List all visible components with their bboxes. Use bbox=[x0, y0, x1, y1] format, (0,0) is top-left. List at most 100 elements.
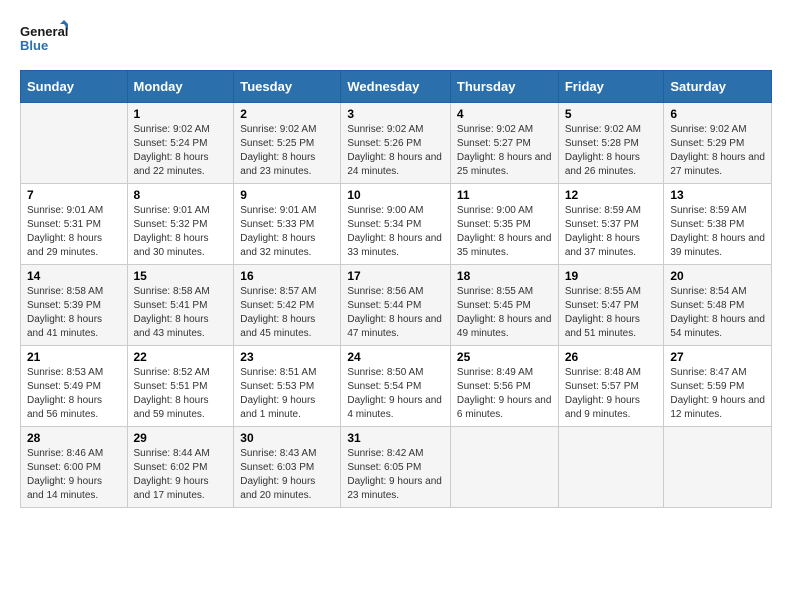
calendar-day-cell: 5Sunrise: 9:02 AMSunset: 5:28 PMDaylight… bbox=[558, 103, 664, 184]
day-info: Sunrise: 9:00 AMSunset: 5:34 PMDaylight:… bbox=[347, 204, 444, 260]
day-header: Tuesday bbox=[234, 71, 341, 103]
day-number: 12 bbox=[565, 188, 658, 202]
calendar-day-cell: 15 Sunrise: 8:58 AMSunset: 5:41 PMDayligh… bbox=[127, 265, 234, 346]
day-number: 25 bbox=[457, 350, 552, 364]
day-header: Thursday bbox=[450, 71, 558, 103]
logo: General Blue bbox=[20, 20, 70, 60]
header-row: SundayMondayTuesdayWednesdayThursdayFrid… bbox=[21, 71, 772, 103]
day-info: Sunrise: 8:43 AMSunset: 6:03 PMDaylight:… bbox=[240, 447, 334, 503]
calendar-week-row: 1 Sunrise: 9:02 AMSunset: 5:24 PMDaylight… bbox=[21, 103, 772, 184]
calendar-day-cell bbox=[558, 427, 664, 508]
day-info: Sunrise: 8:58 AMSunset: 5:39 PMDaylight:… bbox=[27, 285, 121, 341]
calendar-day-cell: 1 Sunrise: 9:02 AMSunset: 5:24 PMDaylight… bbox=[127, 103, 234, 184]
day-info: Sunrise: 8:59 AMSunset: 5:38 PMDaylight:… bbox=[670, 204, 765, 260]
day-info: Sunrise: 9:01 AMSunset: 5:33 PMDaylight:… bbox=[240, 204, 334, 260]
svg-text:General: General bbox=[20, 24, 68, 39]
day-number: 20 bbox=[670, 269, 765, 283]
day-number: 14 bbox=[27, 269, 121, 283]
day-number: 29 bbox=[134, 431, 228, 445]
calendar-day-cell: 17Sunrise: 8:56 AMSunset: 5:44 PMDayligh… bbox=[341, 265, 451, 346]
day-info: Sunrise: 9:01 AMSunset: 5:32 PMDaylight:… bbox=[134, 204, 228, 260]
day-number: 19 bbox=[565, 269, 658, 283]
logo-svg: General Blue bbox=[20, 20, 70, 60]
day-header: Sunday bbox=[21, 71, 128, 103]
calendar-day-cell: 25 Sunrise: 8:49 AMSunset: 5:56 PMDayligh… bbox=[450, 346, 558, 427]
day-number: 22 bbox=[134, 350, 228, 364]
day-number: 8 bbox=[134, 188, 228, 202]
calendar-week-row: 28 Sunrise: 8:46 AMSunset: 6:00 PMDayligh… bbox=[21, 427, 772, 508]
day-info: Sunrise: 9:02 AMSunset: 5:29 PMDaylight:… bbox=[670, 123, 765, 179]
day-info: Sunrise: 9:01 AMSunset: 5:31 PMDaylight:… bbox=[27, 204, 121, 260]
calendar-day-cell: 29 Sunrise: 8:44 AMSunset: 6:02 PMDayligh… bbox=[127, 427, 234, 508]
day-number: 1 bbox=[134, 107, 228, 121]
day-info: Sunrise: 8:47 AMSunset: 5:59 PMDaylight:… bbox=[670, 366, 765, 422]
calendar-day-cell: 23Sunrise: 8:51 AMSunset: 5:53 PMDayligh… bbox=[234, 346, 341, 427]
day-info: Sunrise: 8:57 AMSunset: 5:42 PMDaylight:… bbox=[240, 285, 334, 341]
calendar-day-cell: 31Sunrise: 8:42 AMSunset: 6:05 PMDayligh… bbox=[341, 427, 451, 508]
calendar-day-cell bbox=[450, 427, 558, 508]
calendar-day-cell: 10 Sunrise: 9:00 AMSunset: 5:34 PMDayligh… bbox=[341, 184, 451, 265]
calendar-day-cell: 27 Sunrise: 8:47 AMSunset: 5:59 PMDayligh… bbox=[664, 346, 772, 427]
calendar-day-cell: 4Sunrise: 9:02 AMSunset: 5:27 PMDaylight… bbox=[450, 103, 558, 184]
day-number: 16 bbox=[240, 269, 334, 283]
day-header: Monday bbox=[127, 71, 234, 103]
day-number: 9 bbox=[240, 188, 334, 202]
calendar-day-cell: 11 Sunrise: 9:00 AMSunset: 5:35 PMDayligh… bbox=[450, 184, 558, 265]
day-number: 13 bbox=[670, 188, 765, 202]
day-info: Sunrise: 8:54 AMSunset: 5:48 PMDaylight:… bbox=[670, 285, 765, 341]
calendar-week-row: 7Sunrise: 9:01 AMSunset: 5:31 PMDaylight… bbox=[21, 184, 772, 265]
day-info: Sunrise: 8:50 AMSunset: 5:54 PMDaylight:… bbox=[347, 366, 444, 422]
calendar-day-cell: 16 Sunrise: 8:57 AMSunset: 5:42 PMDayligh… bbox=[234, 265, 341, 346]
day-number: 17 bbox=[347, 269, 444, 283]
day-number: 30 bbox=[240, 431, 334, 445]
calendar-day-cell: 7Sunrise: 9:01 AMSunset: 5:31 PMDaylight… bbox=[21, 184, 128, 265]
day-info: Sunrise: 8:53 AMSunset: 5:49 PMDaylight:… bbox=[27, 366, 121, 422]
day-number: 28 bbox=[27, 431, 121, 445]
day-info: Sunrise: 9:02 AMSunset: 5:24 PMDaylight:… bbox=[134, 123, 228, 179]
calendar-day-cell: 3 Sunrise: 9:02 AMSunset: 5:26 PMDaylight… bbox=[341, 103, 451, 184]
calendar-table: SundayMondayTuesdayWednesdayThursdayFrid… bbox=[20, 70, 772, 508]
calendar-day-cell: 9 Sunrise: 9:01 AMSunset: 5:33 PMDaylight… bbox=[234, 184, 341, 265]
day-number: 2 bbox=[240, 107, 334, 121]
calendar-day-cell: 26Sunrise: 8:48 AMSunset: 5:57 PMDayligh… bbox=[558, 346, 664, 427]
calendar-week-row: 14 Sunrise: 8:58 AMSunset: 5:39 PMDayligh… bbox=[21, 265, 772, 346]
day-info: Sunrise: 8:52 AMSunset: 5:51 PMDaylight:… bbox=[134, 366, 228, 422]
calendar-day-cell: 2 Sunrise: 9:02 AMSunset: 5:25 PMDaylight… bbox=[234, 103, 341, 184]
day-number: 11 bbox=[457, 188, 552, 202]
day-number: 3 bbox=[347, 107, 444, 121]
day-info: Sunrise: 8:58 AMSunset: 5:41 PMDaylight:… bbox=[134, 285, 228, 341]
day-info: Sunrise: 8:49 AMSunset: 5:56 PMDaylight:… bbox=[457, 366, 552, 422]
calendar-day-cell bbox=[21, 103, 128, 184]
calendar-day-cell: 6 Sunrise: 9:02 AMSunset: 5:29 PMDaylight… bbox=[664, 103, 772, 184]
day-info: Sunrise: 9:02 AMSunset: 5:26 PMDaylight:… bbox=[347, 123, 444, 179]
day-info: Sunrise: 9:02 AMSunset: 5:27 PMDaylight:… bbox=[457, 123, 552, 179]
calendar-day-cell: 13 Sunrise: 8:59 AMSunset: 5:38 PMDayligh… bbox=[664, 184, 772, 265]
calendar-day-cell: 28 Sunrise: 8:46 AMSunset: 6:00 PMDayligh… bbox=[21, 427, 128, 508]
day-number: 18 bbox=[457, 269, 552, 283]
day-info: Sunrise: 9:00 AMSunset: 5:35 PMDaylight:… bbox=[457, 204, 552, 260]
page-header: General Blue bbox=[20, 20, 772, 60]
day-header: Wednesday bbox=[341, 71, 451, 103]
svg-text:Blue: Blue bbox=[20, 38, 48, 53]
calendar-day-cell: 24Sunrise: 8:50 AMSunset: 5:54 PMDayligh… bbox=[341, 346, 451, 427]
day-header: Friday bbox=[558, 71, 664, 103]
day-info: Sunrise: 9:02 AMSunset: 5:28 PMDaylight:… bbox=[565, 123, 658, 179]
day-number: 27 bbox=[670, 350, 765, 364]
day-info: Sunrise: 8:55 AMSunset: 5:47 PMDaylight:… bbox=[565, 285, 658, 341]
day-number: 6 bbox=[670, 107, 765, 121]
day-info: Sunrise: 8:59 AMSunset: 5:37 PMDaylight:… bbox=[565, 204, 658, 260]
day-info: Sunrise: 9:02 AMSunset: 5:25 PMDaylight:… bbox=[240, 123, 334, 179]
calendar-day-cell: 22 Sunrise: 8:52 AMSunset: 5:51 PMDayligh… bbox=[127, 346, 234, 427]
day-header: Saturday bbox=[664, 71, 772, 103]
day-info: Sunrise: 8:55 AMSunset: 5:45 PMDaylight:… bbox=[457, 285, 552, 341]
day-number: 15 bbox=[134, 269, 228, 283]
calendar-week-row: 21Sunrise: 8:53 AMSunset: 5:49 PMDayligh… bbox=[21, 346, 772, 427]
day-number: 10 bbox=[347, 188, 444, 202]
calendar-day-cell: 30 Sunrise: 8:43 AMSunset: 6:03 PMDayligh… bbox=[234, 427, 341, 508]
day-info: Sunrise: 8:44 AMSunset: 6:02 PMDaylight:… bbox=[134, 447, 228, 503]
calendar-day-cell: 21Sunrise: 8:53 AMSunset: 5:49 PMDayligh… bbox=[21, 346, 128, 427]
day-info: Sunrise: 8:46 AMSunset: 6:00 PMDaylight:… bbox=[27, 447, 121, 503]
calendar-day-cell: 12 Sunrise: 8:59 AMSunset: 5:37 PMDayligh… bbox=[558, 184, 664, 265]
calendar-day-cell: 19 Sunrise: 8:55 AMSunset: 5:47 PMDayligh… bbox=[558, 265, 664, 346]
calendar-day-cell: 8 Sunrise: 9:01 AMSunset: 5:32 PMDaylight… bbox=[127, 184, 234, 265]
